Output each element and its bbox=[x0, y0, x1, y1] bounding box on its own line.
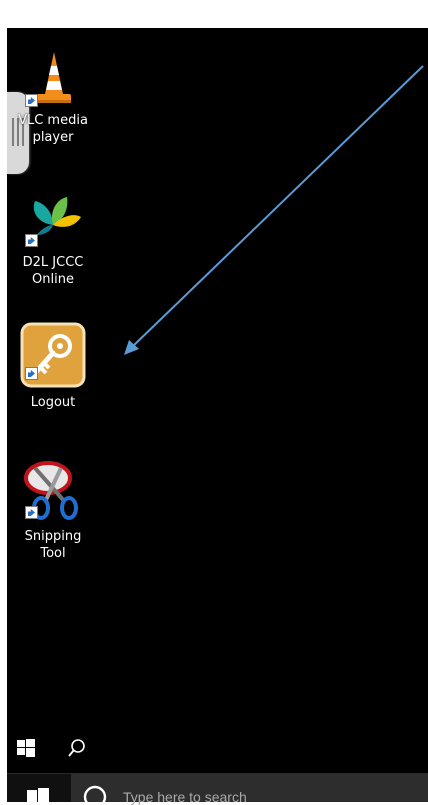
search-placeholder: Type here to search bbox=[123, 789, 247, 805]
taskbar: Type here to search bbox=[7, 773, 428, 805]
search-icon bbox=[83, 785, 107, 802]
magnifier-icon[interactable] bbox=[67, 738, 87, 758]
start-button-icon[interactable] bbox=[27, 788, 49, 802]
taskbar-search-box[interactable]: Type here to search bbox=[71, 774, 428, 805]
windows-logo-icon[interactable] bbox=[17, 739, 35, 757]
desktop: VLC media player D2L JCCC Online Logout … bbox=[7, 28, 428, 773]
annotation-arrow bbox=[124, 65, 424, 355]
